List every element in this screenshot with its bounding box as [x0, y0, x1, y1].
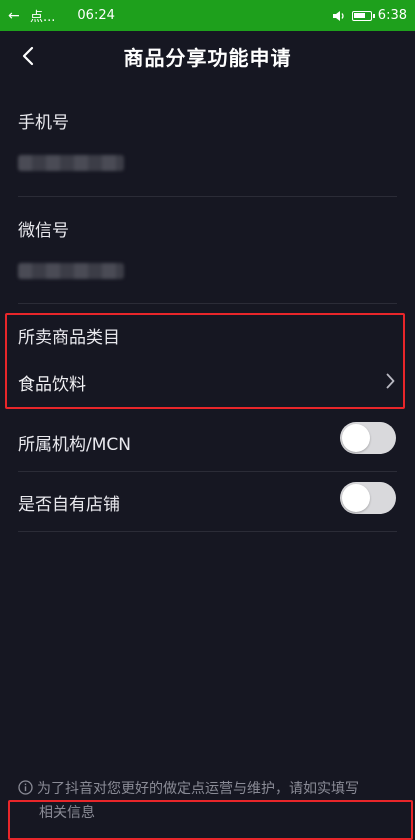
battery-fill: [353, 12, 365, 18]
chevron-left-icon[interactable]: [14, 41, 42, 71]
category-label: 所卖商品类目: [18, 328, 120, 348]
divider: [18, 471, 397, 472]
chevron-right-icon[interactable]: [386, 373, 395, 393]
nav-bar: 商品分享功能申请: [0, 31, 415, 81]
category-value[interactable]: 食品饮料: [18, 370, 86, 395]
mcn-toggle[interactable]: [340, 422, 396, 454]
toggle-knob: [342, 424, 370, 452]
back-arrow-icon[interactable]: ←: [8, 8, 24, 24]
status-bar: ← 点... 06:24 6:38: [0, 0, 415, 31]
own-store-toggle[interactable]: [340, 482, 396, 514]
notice-line2: 相关信息: [39, 805, 95, 821]
notice-line1: 为了抖音对您更好的做定点运营与维护，请如实填写: [37, 781, 359, 797]
toggle-knob: [342, 484, 370, 512]
divider: [18, 196, 397, 197]
battery-icon: [351, 10, 375, 21]
own-store-label: 是否自有店铺: [18, 495, 120, 515]
status-time-right: 6:38: [377, 8, 407, 23]
status-time-left: 06:24: [77, 8, 115, 23]
mcn-label: 所属机构/MCN: [18, 435, 131, 455]
info-icon: [18, 780, 33, 802]
volume-icon: [332, 10, 346, 22]
wechat-field[interactable]: [18, 263, 124, 279]
wechat-label: 微信号: [18, 221, 69, 241]
page-title: 商品分享功能申请: [123, 45, 292, 70]
phone-label: 手机号: [18, 113, 69, 133]
divider: [18, 531, 397, 532]
divider: [18, 303, 397, 304]
notice-text: 为了抖音对您更好的做定点运营与维护，请如实填写 相关信息: [18, 778, 393, 824]
status-app-name: 点...: [30, 10, 56, 25]
phone-field[interactable]: [18, 155, 124, 171]
